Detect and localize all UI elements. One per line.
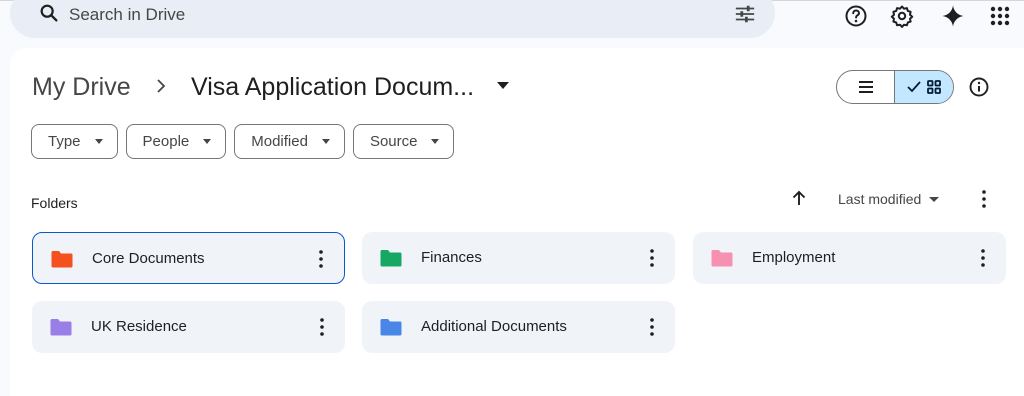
breadcrumb-my-drive[interactable]: My Drive (32, 73, 131, 102)
filter-label: Source (369, 133, 418, 150)
caret-down-icon (929, 196, 940, 202)
filter-label: Type (48, 133, 81, 150)
check-icon (907, 81, 921, 93)
settings-icon[interactable] (890, 4, 914, 28)
dropdown-caret-icon[interactable] (497, 82, 509, 90)
folder-icon (50, 319, 72, 336)
gemini-sparkle-icon[interactable] (941, 4, 965, 28)
filter-type[interactable]: Type (31, 124, 118, 159)
search-input[interactable]: Search in Drive (69, 5, 185, 25)
search-icon[interactable] (38, 2, 60, 24)
caret-down-icon (203, 139, 212, 144)
section-title-folders: Folders (31, 195, 78, 211)
filter-modified[interactable]: Modified (234, 124, 345, 159)
caret-down-icon (321, 139, 330, 144)
info-icon[interactable] (968, 76, 990, 98)
chevron-right-icon (157, 79, 166, 93)
folder-tile[interactable]: Employment (693, 232, 1006, 284)
folder-tile[interactable]: UK Residence (32, 301, 345, 353)
list-view-button[interactable] (837, 71, 895, 103)
folder-name: UK Residence (91, 318, 187, 335)
help-icon[interactable] (844, 4, 868, 28)
more-vert-icon[interactable] (975, 188, 993, 210)
more-vert-icon[interactable] (974, 247, 992, 269)
caret-down-icon (431, 139, 440, 144)
filter-label: Modified (251, 133, 308, 150)
search-bar[interactable]: Search in Drive (10, 0, 775, 38)
filter-label: People (142, 133, 190, 150)
grid-view-icon (927, 80, 941, 94)
more-vert-icon[interactable] (312, 248, 330, 270)
more-vert-icon[interactable] (643, 247, 661, 269)
caret-down-icon (94, 139, 103, 144)
folder-name: Employment (752, 249, 836, 266)
folder-tile[interactable]: Finances (362, 232, 675, 284)
folder-name: Finances (421, 249, 482, 266)
tune-icon[interactable] (734, 3, 756, 25)
sort-direction-arrow-up-icon[interactable] (790, 189, 808, 207)
filter-chips: Type People Modified Source (31, 124, 455, 159)
folder-name: Core Documents (92, 250, 205, 267)
grid-view-button[interactable] (895, 71, 953, 103)
folder-icon (380, 250, 402, 267)
folder-icon (380, 319, 402, 336)
folder-tile[interactable]: Core Documents (32, 232, 345, 284)
more-vert-icon[interactable] (313, 316, 331, 338)
list-view-icon (858, 81, 873, 93)
folder-name: Additional Documents (421, 318, 567, 335)
more-vert-icon[interactable] (643, 316, 661, 338)
filter-source[interactable]: Source (352, 124, 455, 159)
apps-grid-icon[interactable] (988, 4, 1012, 28)
folder-tile[interactable]: Additional Documents (362, 301, 675, 353)
folder-icon (51, 251, 73, 268)
view-toggle (836, 70, 954, 104)
filter-people[interactable]: People (125, 124, 227, 159)
folder-icon (711, 250, 733, 267)
sort-label: Last modified (838, 191, 922, 207)
main-content: My Drive Visa Application Docum... Type … (10, 48, 1024, 396)
breadcrumb-current-folder[interactable]: Visa Application Docum... (191, 73, 474, 102)
sort-dropdown[interactable]: Last modified (838, 191, 940, 207)
